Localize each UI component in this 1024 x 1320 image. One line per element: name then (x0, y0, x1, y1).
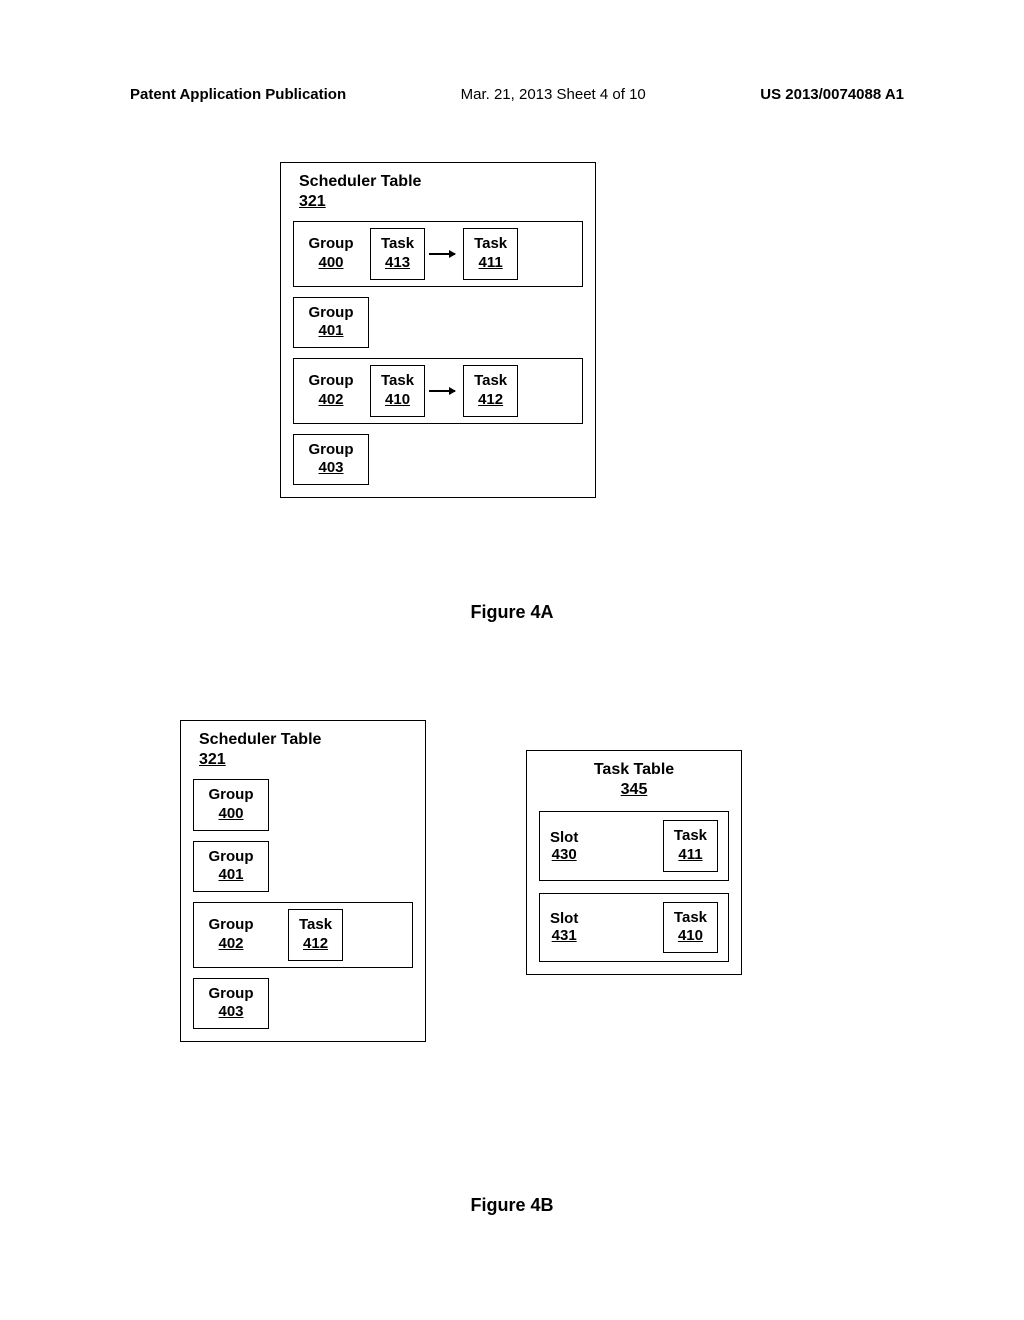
task-ref: 411 (474, 254, 507, 273)
figure-4b: Scheduler Table 321 Group 400 Group 401 … (180, 720, 742, 1042)
slot-430: Slot 430 (550, 829, 578, 863)
group-402: Group 402 (302, 372, 360, 410)
group-401-b: Group 401 (202, 848, 260, 886)
group-403: Group 403 (302, 441, 360, 479)
group-ref: 400 (302, 254, 360, 273)
scheduler-table-4b-title: Scheduler Table 321 (193, 731, 413, 769)
group-label: Group (209, 848, 254, 865)
task-411: Task 411 (463, 228, 518, 280)
slot-row-430: Slot 430 Task 411 (539, 811, 729, 881)
task-label: Task (674, 827, 707, 844)
slot-ref: 431 (550, 927, 578, 944)
group-ref: 401 (202, 866, 260, 885)
group-label: Group (309, 441, 354, 458)
group-ref: 403 (302, 459, 360, 478)
task-label: Task (474, 235, 507, 252)
group-402-b: Group 402 (202, 916, 260, 954)
task-table-title: Task Table 345 (539, 761, 729, 799)
slot-label-text: Slot (550, 829, 578, 846)
task-412-b: Task 412 (288, 909, 343, 961)
group-ref: 401 (302, 322, 360, 341)
slot-ref: 430 (550, 846, 578, 863)
scheduler-table-4a-title: Scheduler Table 321 (293, 173, 583, 211)
task-label: Task (674, 909, 707, 926)
scheduler-table-4a: Scheduler Table 321 Group 400 Task 413 T… (280, 162, 596, 498)
task-table: Task Table 345 Slot 430 Task 411 Slot 43… (526, 750, 742, 975)
task-ref: 410 (674, 927, 707, 946)
group-ref: 402 (202, 935, 260, 954)
group-row-400-b: Group 400 (193, 779, 269, 831)
task-table-title-ref: 345 (539, 781, 729, 799)
task-ref: 412 (474, 391, 507, 410)
group-ref: 403 (202, 1003, 260, 1022)
task-410: Task 410 (370, 365, 425, 417)
task-ref: 413 (381, 254, 414, 273)
group-row-402: Group 402 Task 410 Task 412 (293, 358, 583, 424)
header-center: Mar. 21, 2013 Sheet 4 of 10 (461, 86, 646, 103)
group-label: Group (309, 304, 354, 321)
arrow-icon (435, 253, 453, 254)
group-label: Group (309, 372, 354, 389)
task-label: Task (381, 235, 414, 252)
group-label: Group (209, 985, 254, 1002)
group-ref: 400 (202, 805, 260, 824)
group-label: Group (209, 916, 254, 933)
task-411-b: Task 411 (663, 820, 718, 872)
group-400: Group 400 (302, 235, 360, 273)
task-label: Task (381, 372, 414, 389)
group-403-b: Group 403 (202, 985, 260, 1023)
task-412: Task 412 (463, 365, 518, 417)
figure-4a-label: Figure 4A (0, 602, 1024, 623)
slot-row-431: Slot 431 Task 410 (539, 893, 729, 963)
page-header: Patent Application Publication Mar. 21, … (0, 86, 1024, 103)
group-label: Group (309, 235, 354, 252)
group-401: Group 401 (302, 304, 360, 342)
slot-label-text: Slot (550, 910, 578, 927)
group-row-403-b: Group 403 (193, 978, 269, 1030)
group-row-402-b: Group 402 Task 412 (193, 902, 413, 968)
scheduler-title-text: Scheduler Table (199, 731, 321, 748)
group-400-b: Group 400 (202, 786, 260, 824)
figure-4a: Scheduler Table 321 Group 400 Task 413 T… (280, 162, 596, 498)
header-left: Patent Application Publication (130, 86, 346, 103)
group-row-400: Group 400 Task 413 Task 411 (293, 221, 583, 287)
slot-431: Slot 431 (550, 910, 578, 944)
task-410-b: Task 410 (663, 902, 718, 954)
group-row-401-b: Group 401 (193, 841, 269, 893)
task-ref: 411 (674, 846, 707, 865)
task-ref: 410 (381, 391, 414, 410)
task-table-title-text: Task Table (594, 761, 674, 778)
scheduler-table-4b: Scheduler Table 321 Group 400 Group 401 … (180, 720, 426, 1042)
arrow-icon (435, 390, 453, 391)
task-ref: 412 (299, 935, 332, 954)
scheduler-title-text: Scheduler Table (299, 173, 421, 190)
group-label: Group (209, 786, 254, 803)
task-label: Task (474, 372, 507, 389)
group-row-401: Group 401 (293, 297, 369, 349)
group-row-403: Group 403 (293, 434, 369, 486)
scheduler-title-ref: 321 (299, 193, 583, 211)
group-ref: 402 (302, 391, 360, 410)
task-413: Task 413 (370, 228, 425, 280)
task-label: Task (299, 916, 332, 933)
scheduler-title-ref: 321 (199, 751, 413, 769)
header-right: US 2013/0074088 A1 (760, 86, 904, 103)
figure-4b-label: Figure 4B (0, 1195, 1024, 1216)
